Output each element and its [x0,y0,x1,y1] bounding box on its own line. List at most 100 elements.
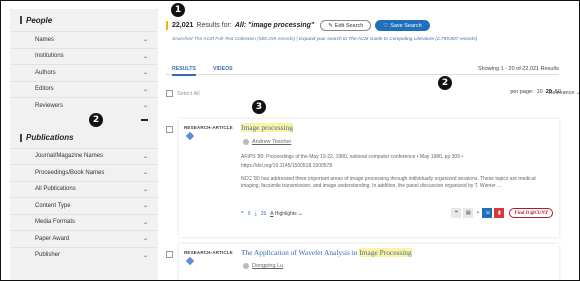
chevron-down-icon: ⌄ [141,170,150,177]
screenshot-frame: People Names ⌄ Institutions ⌄ Authors ⌄ Edi… [0,0,580,281]
result-checkbox[interactable] [166,126,173,133]
results-range: Showing 1 - 20 of 22,021 Results [477,66,559,72]
save-search-label: Save Search [390,22,422,29]
author-name: Andrew Tescher [252,139,292,145]
facet-label: Publisher [35,252,61,259]
facet-item-publisher[interactable]: Publisher ⌄ [10,246,158,264]
heart-icon: ♡ [383,22,389,29]
facet-item-all-publications[interactable]: All Publications ⌄ [10,180,158,198]
bookmark-icon[interactable]: ▤ [463,208,474,218]
expand-search-link[interactable]: Expand your search to The ACM Guide to C… [299,37,477,42]
people-collapse[interactable] [10,114,158,128]
download-icon: ⤓ [254,210,257,217]
facet-label: Names [35,36,55,43]
chevron-down-icon: ⌄ [141,103,150,110]
collapse-icon[interactable] [141,118,148,121]
select-all[interactable]: Select All [166,90,200,97]
title-prefix: The Application of Wavelet Analysis in [241,248,360,257]
facet-item-proceedings-names[interactable]: Proceedings/Book Names ⌄ [10,164,158,181]
share-icon[interactable]: • [475,208,480,218]
save-search-button[interactable]: ♡ Save Search [375,20,430,31]
facet-sidebar: People Names ⌄ Institutions ⌄ Authors ⌄ Edi… [10,9,158,280]
publications-heading-label: Publications [26,133,74,142]
people-heading-label: People [26,15,53,25]
chevron-down-icon: ⌄ [141,70,150,77]
facet-label: Proceedings/Book Names [35,169,105,176]
highlights-toggle[interactable]: A Highlights ⌄ [270,210,305,217]
facet-label: All Publications [35,186,76,193]
facet-label: Content Type [35,202,71,209]
result-card: RESEARCH-ARTICLE Image processing Andrew… [179,119,559,237]
select-all-checkbox[interactable] [166,90,173,97]
sort-label: Relevance [548,90,575,96]
chevron-down-icon: ⌄ [141,53,150,60]
facet-item-institutions[interactable]: Institutions ⌄ [10,47,158,65]
heading-bar [20,16,22,24]
facet-item-media-formats[interactable]: Media Formats ⌄ [10,213,158,231]
result-title[interactable]: Image processing [241,123,293,132]
user-icon [243,263,249,269]
author-name: Dongping Lu [252,263,284,269]
publications-facet-heading[interactable]: Publications [10,128,158,148]
chevron-down-icon: ⌄ [141,236,150,243]
find-it-button[interactable]: Find It @CUNY [509,208,553,218]
chevron-down-icon: ⌄ [141,219,150,226]
facet-label: Journal/Magazine Names [35,153,104,160]
diamond-icon [185,131,195,141]
chevron-down-icon: ⌄ [141,203,150,210]
highlights-label: Highlights [274,211,297,217]
search-query: All: "image processing" [234,22,315,29]
facet-label: Editors [35,86,54,93]
result-actions: ❝ ▤ • ⇲ ▮ Find It @CUNY [451,208,553,218]
facet-item-journal-names[interactable]: Journal/Magazine Names ⌄ [10,147,158,165]
count-bar [166,21,168,30]
article-type: RESEARCH-ARTICLE [184,125,233,130]
chevron-down-icon: ⌄ [297,211,305,217]
user-icon [243,139,249,145]
people-facet-heading[interactable]: People [10,9,158,31]
per-page-option-10[interactable]: 10 [537,89,543,95]
facet-item-editors[interactable]: Editors ⌄ [10,80,158,98]
edit-search-button[interactable]: ✎ Edit Search [320,20,372,31]
facet-label: Reviewers [35,102,64,109]
annotation-marker-2-sidebar: 2 [89,113,103,127]
author-link[interactable]: Dongping Lu [243,263,283,269]
article-type: RESEARCH-ARTICLE [184,250,233,255]
citation-count: 0 [247,210,251,217]
search-results-main: 22,021 Results for: All: "image processi… [166,1,579,280]
download-count: 26 [260,210,267,217]
facet-item-authors[interactable]: Authors ⌄ [10,64,158,81]
facet-label: Institutions [35,53,64,60]
pdf-icon[interactable]: ▮ [494,208,505,218]
result-title[interactable]: The Application of Wavelet Analysis in I… [241,248,412,257]
select-all-label: Select All [177,90,200,97]
chevron-down-icon: ⌄ [575,89,579,96]
facet-item-paper-award[interactable]: Paper Award ⌄ [10,230,158,247]
facet-label: Authors [35,69,56,76]
result-count: 22,021 [172,22,194,29]
results-tabs: RESULTS VIDEOS Showing 1 - 20 of 22,021 … [166,59,559,76]
facet-label: Paper Award [35,235,70,242]
heading-bar [20,133,22,142]
quote-icon[interactable]: ❝ [451,208,462,218]
share-icon[interactable]: ⇲ [482,208,493,218]
tab-videos[interactable]: VIDEOS [213,66,233,72]
chevron-down-icon: ⌄ [141,186,150,193]
per-page-label: per page: [510,89,534,95]
tab-results[interactable]: RESULTS [172,66,196,76]
search-scope-text: Searched The ACM Full-Text Collection (5… [172,37,477,42]
result-checkbox[interactable] [166,251,173,258]
chevron-down-icon: ⌄ [141,252,150,259]
sort-dropdown[interactable]: Relevance ⌄ [548,89,579,96]
title-highlight: Image processing [241,123,293,132]
facet-item-reviewers[interactable]: Reviewers ⌄ [10,97,158,114]
search-summary: 22,021 Results for: All: "image processi… [166,20,430,31]
title-highlight: Image Processing [359,248,412,257]
abstract-snippet: NCC '80 has addressed three important ar… [241,176,536,190]
facet-item-content-type[interactable]: Content Type ⌄ [10,197,158,214]
result-metrics: ❞ 0 ⤓ 26 A Highlights ⌄ [241,210,305,218]
chevron-down-icon: ⌄ [141,153,150,160]
facet-item-names[interactable]: Names ⌄ [10,31,158,48]
author-link[interactable]: Andrew Tescher [243,139,291,145]
chevron-down-icon: ⌄ [141,37,150,44]
